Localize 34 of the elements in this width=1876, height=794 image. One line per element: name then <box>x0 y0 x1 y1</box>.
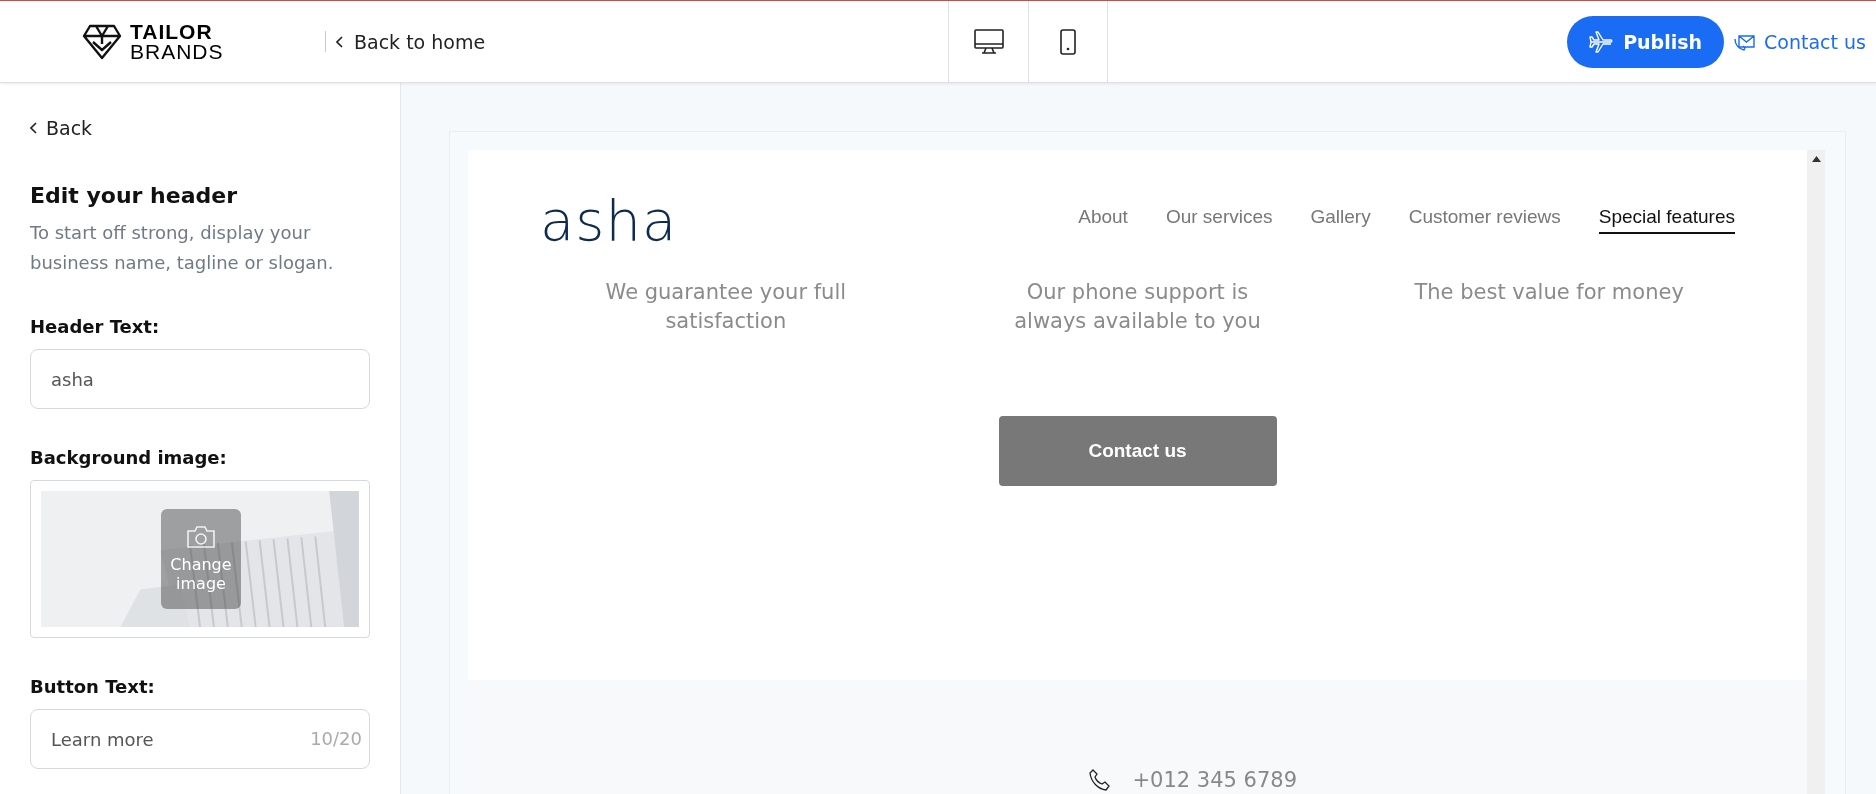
panel-description: To start off strong, display your business name, tagline or slogan. <box>30 221 335 275</box>
desktop-view-button[interactable] <box>948 1 1028 82</box>
nav-link[interactable]: About <box>1078 206 1128 234</box>
nav-link[interactable]: Special features <box>1598 206 1735 234</box>
monitor-icon <box>973 28 1004 55</box>
camera-icon <box>186 525 216 549</box>
feature-text: Our phone support is always available to you <box>1013 279 1262 335</box>
contact-us-button[interactable]: Contact us <box>998 416 1277 486</box>
nav-link[interactable]: Customer reviews <box>1408 206 1561 234</box>
text-field[interactable]: asha <box>30 349 370 409</box>
chevron-left-icon <box>336 35 344 48</box>
site-logo-text: asha <box>540 187 678 253</box>
scrollbar[interactable] <box>1807 150 1825 794</box>
feature-text: The best value for money <box>1414 279 1684 306</box>
feature-text: We guarantee your full satisfaction <box>604 279 848 335</box>
chevron-left-icon <box>30 122 38 134</box>
contact-us-link[interactable]: Contact us <box>1734 30 1866 53</box>
back-link[interactable]: Back <box>30 117 370 139</box>
change-image-button[interactable]: Change image <box>161 509 241 609</box>
character-counter: 10/20 <box>310 728 362 749</box>
envelope-phone-icon <box>1734 32 1757 51</box>
publish-button[interactable]: Publish <box>1567 15 1725 68</box>
airplane-icon <box>1589 30 1614 53</box>
field-label: Background image: <box>30 447 228 468</box>
field-label: Button Text: <box>30 676 156 697</box>
field-label: Header Text: <box>30 316 161 337</box>
phone-number: +012 345 6789 <box>1132 768 1297 792</box>
mobile-view-button[interactable] <box>1028 1 1108 82</box>
smartphone-icon <box>1060 28 1076 55</box>
nav-link[interactable]: Gallery <box>1310 206 1371 234</box>
panel-title: Edit your header <box>30 183 239 208</box>
nav-link[interactable]: Our services <box>1165 206 1273 234</box>
logo-wordmark: TAILOR BRANDS <box>130 21 224 62</box>
scroll-up-icon <box>1811 156 1821 162</box>
